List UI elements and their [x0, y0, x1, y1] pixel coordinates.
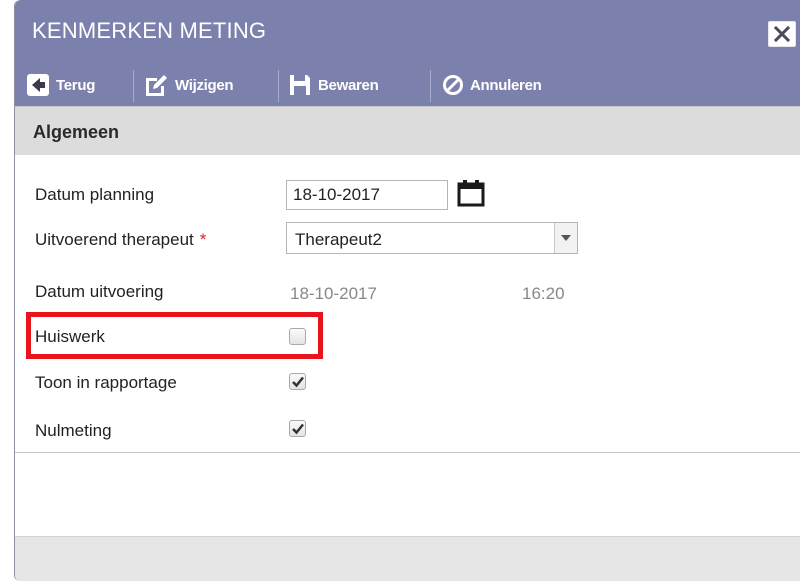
edit-button-label: Wijzigen	[175, 76, 234, 94]
section-title: Algemeen	[33, 122, 120, 142]
datum-planning-label: Datum planning	[35, 185, 155, 204]
edit-button[interactable]: Wijzigen	[143, 64, 234, 106]
rapportage-label: Toon in rapportage	[35, 373, 177, 392]
cancel-button-label: Annuleren	[470, 76, 542, 94]
cancel-button[interactable]: Annuleren	[442, 64, 542, 106]
datum-uitvoering-date: 18-10-2017	[290, 284, 377, 303]
therapeut-select-value: Therapeut2	[295, 230, 382, 249]
checkmark-icon	[292, 376, 304, 388]
cancel-icon	[443, 75, 463, 95]
datum-uitvoering-label: Datum uitvoering	[35, 282, 164, 301]
datum-uitvoering-time: 16:20	[522, 284, 565, 303]
datum-planning-input[interactable]	[286, 180, 448, 210]
therapeut-label: Uitvoerend therapeut *	[35, 230, 206, 250]
required-marker: *	[199, 230, 207, 249]
dialog: KENMERKEN METING Terug Wijzigen Bewaren …	[14, 0, 800, 581]
therapeut-label-text: Uitvoerend therapeut	[35, 230, 194, 249]
rapportage-checkbox[interactable]	[289, 373, 306, 390]
highlight-box	[26, 312, 323, 359]
nulmeting-checkbox[interactable]	[289, 420, 306, 437]
back-button-label: Terug	[56, 76, 96, 94]
toolbar-divider	[430, 70, 431, 102]
chevron-down-icon	[561, 235, 571, 241]
therapeut-select-toggle[interactable]	[554, 223, 577, 253]
close-button[interactable]	[768, 21, 796, 47]
save-icon	[290, 75, 310, 95]
toolbar-divider	[133, 70, 134, 102]
dialog-footer	[15, 536, 800, 581]
therapeut-select[interactable]: Therapeut2	[286, 222, 578, 254]
close-icon	[774, 26, 790, 42]
back-button[interactable]: Terug	[26, 64, 95, 106]
arrow-left-icon	[27, 74, 49, 96]
nulmeting-label: Nulmeting	[35, 421, 112, 440]
dialog-titlebar: KENMERKEN METING	[15, 0, 800, 64]
calendar-icon[interactable]	[456, 178, 486, 208]
toolbar-divider	[278, 70, 279, 102]
dialog-title: KENMERKEN METING	[32, 18, 267, 43]
checkmark-icon	[292, 423, 304, 435]
section-divider	[15, 452, 800, 453]
save-button[interactable]: Bewaren	[288, 64, 379, 106]
save-button-label: Bewaren	[318, 76, 379, 94]
toolbar: Terug Wijzigen Bewaren Annuleren	[15, 64, 800, 106]
section-header: Algemeen	[15, 106, 800, 155]
edit-icon	[146, 75, 167, 96]
